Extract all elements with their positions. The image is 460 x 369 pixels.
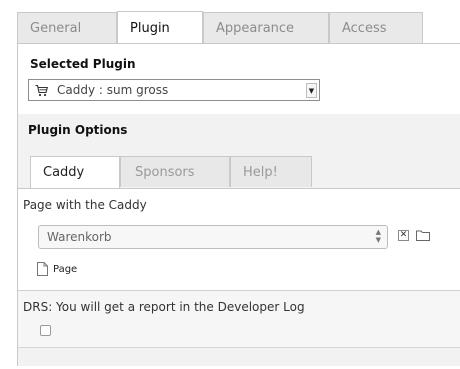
page-icon [37, 262, 48, 276]
remove-icon[interactable]: ✕ [398, 230, 409, 241]
tab-caddy[interactable]: Caddy [30, 156, 120, 189]
tab-access[interactable]: Access [329, 12, 423, 43]
outer-tab-bar: General Plugin Appearance Access [17, 11, 460, 44]
drs-label: DRS: You will get a report in the Develo… [23, 300, 305, 314]
caddy-page-select-value: Warenkorb [47, 230, 112, 244]
tab-appearance[interactable]: Appearance [203, 12, 329, 43]
selected-plugin-section: Selected Plugin Caddy : sum gross ▼ [18, 44, 460, 114]
plugin-options-tab-bar: Caddy Sponsors Help! [30, 156, 460, 190]
caddy-page-select[interactable]: Warenkorb ▲ ▼ [38, 225, 388, 249]
shopping-cart-icon [35, 84, 48, 97]
plugin-select-value: Caddy : sum gross [57, 83, 169, 97]
drs-checkbox[interactable] [40, 325, 51, 336]
plugin-options-heading: Plugin Options [28, 123, 128, 137]
page-item-label: Page [53, 264, 78, 275]
spinner-arrows-icon[interactable]: ▲ ▼ [376, 228, 381, 244]
tab-general[interactable]: General [17, 12, 117, 43]
selected-plugin-heading: Selected Plugin [30, 57, 136, 71]
page-with-caddy-label: Page with the Caddy [23, 198, 147, 212]
tab-plugin[interactable]: Plugin [117, 11, 203, 44]
tab-help[interactable]: Help! [230, 156, 312, 187]
tab-sponsors[interactable]: Sponsors [120, 156, 230, 187]
plugin-select[interactable]: Caddy : sum gross ▼ [28, 79, 320, 101]
plugin-panel: Selected Plugin Caddy : sum gross ▼ Plug… [17, 43, 460, 366]
chevron-down-icon[interactable]: ▼ [306, 83, 317, 98]
drs-section: DRS: You will get a report in the Develo… [18, 290, 460, 348]
folder-icon[interactable] [416, 229, 430, 241]
